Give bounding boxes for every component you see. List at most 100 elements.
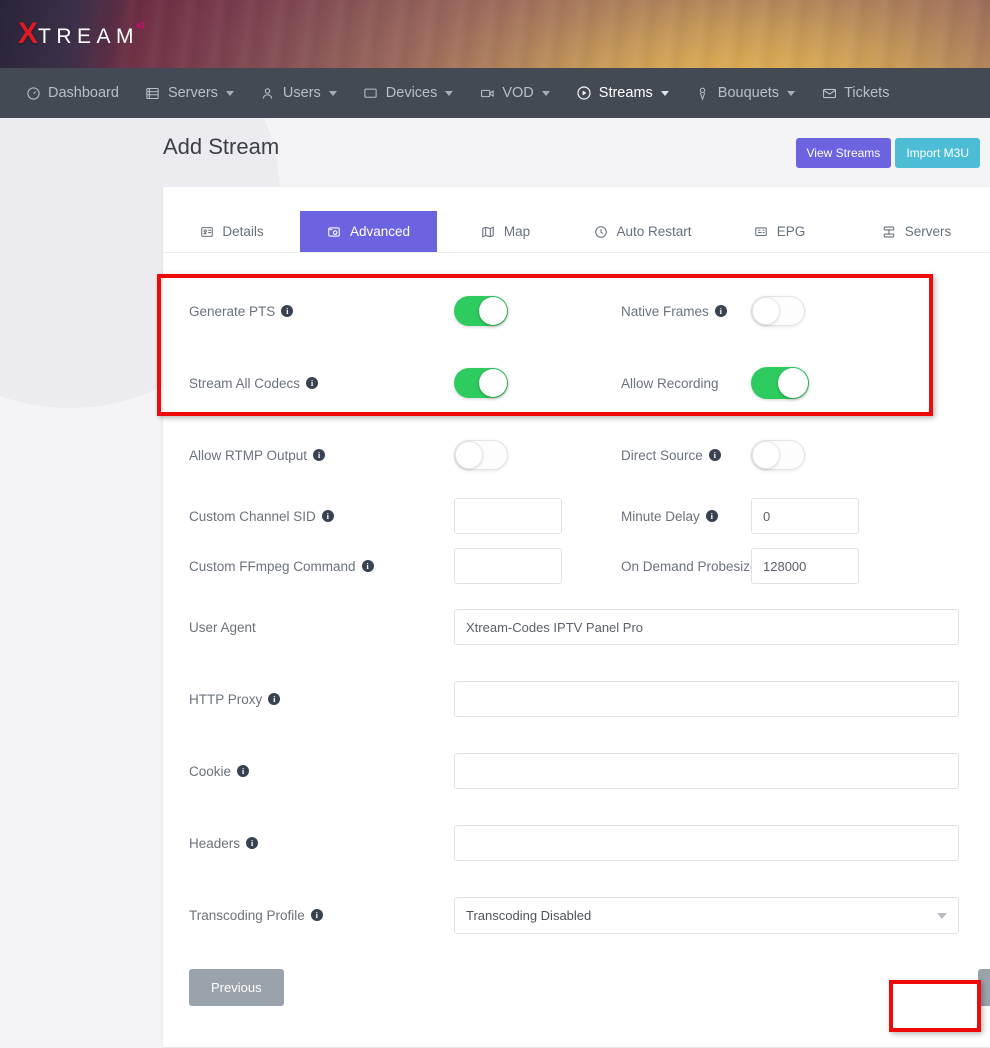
envelope-icon [821, 85, 837, 101]
field-label: Custom FFmpeg Command i [189, 559, 454, 574]
chevron-down-icon [226, 91, 234, 96]
native-frames-toggle[interactable] [751, 296, 805, 326]
label-text: Headers [189, 836, 240, 851]
header-actions: View Streams Import M3U [796, 134, 981, 168]
field-minute-delay: Minute Delay i [621, 498, 990, 534]
form-row-transcoding-profile: Transcoding Profile i [189, 879, 990, 951]
minute-delay-input[interactable] [751, 498, 859, 534]
info-icon[interactable]: i [306, 377, 318, 389]
tab-label: Auto Restart [616, 224, 691, 239]
tab-details[interactable]: Details [163, 211, 300, 252]
nav-item-users[interactable]: Users [247, 68, 350, 118]
label-text: On Demand Probesize [621, 559, 758, 574]
tab-map[interactable]: Map [437, 211, 574, 252]
info-icon[interactable]: i [268, 693, 280, 705]
field-stream-all-codecs: Stream All Codecs i [189, 368, 621, 398]
nav-label: Tickets [844, 85, 889, 101]
stream-all-codecs-toggle[interactable] [454, 368, 508, 398]
nav-item-bouquets[interactable]: Bouquets [682, 68, 808, 118]
epg-icon [754, 224, 769, 239]
custom-channel-sid-input[interactable] [454, 498, 562, 534]
chevron-down-icon [329, 91, 337, 96]
info-icon[interactable]: i [362, 560, 374, 572]
label-text: Minute Delay [621, 509, 700, 524]
tab-epg[interactable]: EPG [711, 211, 848, 252]
bouquet-icon [695, 85, 711, 101]
nav-item-streams[interactable]: Streams [563, 68, 682, 118]
form-row-pts-native: Generate PTS i Native Frames i [189, 275, 990, 347]
label-text: Generate PTS [189, 304, 275, 319]
logo-x: X [18, 19, 37, 49]
nav-item-servers[interactable]: Servers [132, 68, 247, 118]
info-icon[interactable]: i [311, 909, 323, 921]
info-icon[interactable]: i [246, 837, 258, 849]
view-streams-button[interactable]: View Streams [796, 138, 892, 168]
field-allow-recording: Allow Recording [621, 367, 990, 399]
direct-source-toggle[interactable] [751, 440, 805, 470]
field-label-transcoding-profile: Transcoding Profile i [189, 908, 454, 923]
form-row-ffmpeg-probesize: Custom FFmpeg Command i On Demand Probes… [189, 541, 990, 591]
info-icon[interactable]: i [706, 510, 718, 522]
field-label: On Demand Probesize i [621, 559, 751, 574]
toggle-knob [778, 368, 808, 398]
nav-item-vod[interactable]: VOD [466, 68, 562, 118]
tab-bar: Details Advanced Map Auto Restart EPG Se… [163, 187, 990, 253]
field-label: Allow Recording [621, 376, 751, 391]
info-icon[interactable]: i [313, 449, 325, 461]
tab-auto-restart[interactable]: Auto Restart [574, 211, 711, 252]
tab-label: EPG [777, 224, 806, 239]
field-label-user-agent: User Agent [189, 620, 454, 635]
label-text: Transcoding Profile [189, 908, 305, 923]
tab-advanced[interactable]: Advanced [300, 211, 437, 252]
info-icon[interactable]: i [322, 510, 334, 522]
nav-label: VOD [502, 85, 533, 101]
transcoding-profile-select[interactable] [454, 897, 959, 934]
info-icon[interactable]: i [715, 305, 727, 317]
info-icon[interactable]: i [237, 765, 249, 777]
http-proxy-input[interactable] [454, 681, 959, 717]
logo-superscript: v2 [136, 21, 145, 30]
custom-ffmpeg-command-input[interactable] [454, 548, 562, 584]
logo-text: TREAM [38, 26, 139, 47]
previous-button[interactable]: Previous [189, 969, 284, 1006]
field-on-demand-probesize: On Demand Probesize i [621, 548, 990, 584]
allow-rtmp-output-toggle[interactable] [454, 440, 508, 470]
allow-recording-toggle[interactable] [751, 367, 809, 399]
field-custom-channel-sid: Custom Channel SID i [189, 498, 621, 534]
page-title: Add Stream [163, 134, 279, 160]
nav-item-devices[interactable]: Devices [350, 68, 467, 118]
info-icon[interactable]: i [281, 305, 293, 317]
label-text: Custom FFmpeg Command [189, 559, 356, 574]
field-label: Allow RTMP Output i [189, 448, 454, 463]
field-label: Minute Delay i [621, 509, 751, 524]
tab-label: Advanced [350, 224, 410, 239]
chevron-down-icon [542, 91, 550, 96]
form-row-user-agent: User Agent [189, 591, 990, 663]
next-button[interactable]: Next [978, 969, 990, 1006]
generate-pts-toggle[interactable] [454, 296, 508, 326]
server-icon [145, 85, 161, 101]
chevron-down-icon [445, 91, 453, 96]
label-text: User Agent [189, 620, 256, 635]
info-icon[interactable]: i [709, 449, 721, 461]
nav-label: Users [283, 85, 321, 101]
page-body: Add Stream View Streams Import M3U Detai… [0, 118, 990, 1048]
import-m3u-button[interactable]: Import M3U [895, 138, 980, 168]
field-direct-source: Direct Source i [621, 440, 990, 470]
page-header: Add Stream View Streams Import M3U [0, 118, 990, 168]
toggle-knob [752, 441, 780, 469]
nav-label: Streams [599, 85, 653, 101]
transcoding-profile-select-wrap [454, 897, 959, 934]
tab-label: Map [504, 224, 530, 239]
headers-input[interactable] [454, 825, 959, 861]
cookie-input[interactable] [454, 753, 959, 789]
user-icon [260, 85, 276, 101]
gauge-icon [25, 85, 41, 101]
xtream-logo[interactable]: X TREAM v2 [18, 19, 145, 49]
tab-servers[interactable]: Servers [848, 211, 985, 252]
on-demand-probesize-input[interactable] [751, 548, 859, 584]
chevron-down-icon [661, 91, 669, 96]
nav-item-dashboard[interactable]: Dashboard [12, 68, 132, 118]
user-agent-input[interactable] [454, 609, 959, 645]
nav-item-tickets[interactable]: Tickets [808, 68, 902, 118]
